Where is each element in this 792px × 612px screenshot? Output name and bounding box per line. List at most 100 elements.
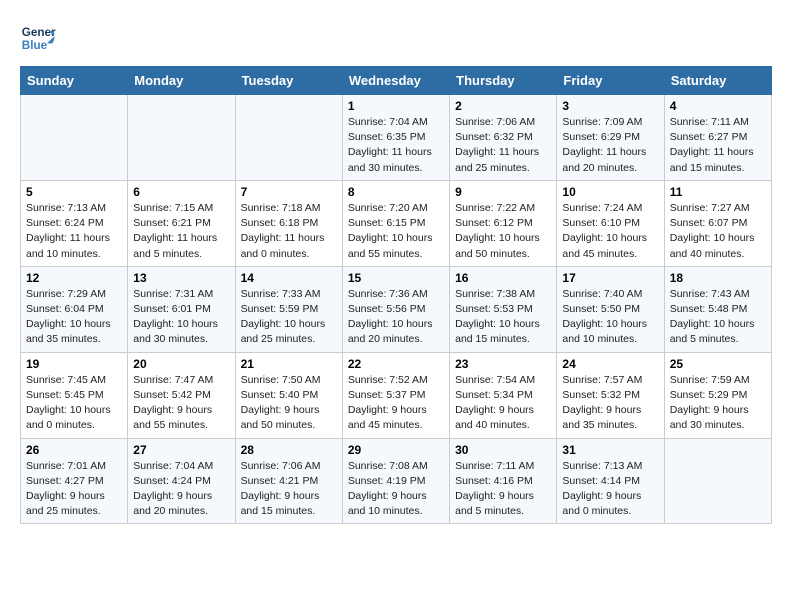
day-info: Sunrise: 7:50 AM Sunset: 5:40 PM Dayligh… (241, 373, 337, 434)
day-number: 7 (241, 185, 337, 199)
week-row-4: 19 Sunrise: 7:45 AM Sunset: 5:45 PM Dayli… (21, 352, 772, 438)
day-header-friday: Friday (557, 67, 664, 95)
day-number: 3 (562, 99, 658, 113)
day-info: Sunrise: 7:36 AM Sunset: 5:56 PM Dayligh… (348, 287, 444, 348)
day-info: Sunrise: 7:11 AM Sunset: 4:16 PM Dayligh… (455, 459, 551, 520)
day-info: Sunrise: 7:38 AM Sunset: 5:53 PM Dayligh… (455, 287, 551, 348)
calendar-cell: 31 Sunrise: 7:13 AM Sunset: 4:14 PM Dayli… (557, 438, 664, 524)
day-info: Sunrise: 7:22 AM Sunset: 6:12 PM Dayligh… (455, 201, 551, 262)
calendar-cell: 9 Sunrise: 7:22 AM Sunset: 6:12 PM Daylig… (450, 180, 557, 266)
day-info: Sunrise: 7:11 AM Sunset: 6:27 PM Dayligh… (670, 115, 766, 176)
day-info: Sunrise: 7:45 AM Sunset: 5:45 PM Dayligh… (26, 373, 122, 434)
calendar-cell: 8Sunrise: 7:20 AM Sunset: 6:15 PM Daylig… (342, 180, 449, 266)
calendar-cell: 21 Sunrise: 7:50 AM Sunset: 5:40 PM Dayli… (235, 352, 342, 438)
day-header-saturday: Saturday (664, 67, 771, 95)
calendar-cell (664, 438, 771, 524)
week-row-3: 12 Sunrise: 7:29 AM Sunset: 6:04 PM Dayli… (21, 266, 772, 352)
day-header-monday: Monday (128, 67, 235, 95)
calendar-cell: 23 Sunrise: 7:54 AM Sunset: 5:34 PM Dayli… (450, 352, 557, 438)
day-header-thursday: Thursday (450, 67, 557, 95)
calendar-cell (235, 95, 342, 181)
logo-icon: General Blue (20, 20, 56, 56)
calendar-cell: 26Sunrise: 7:01 AM Sunset: 4:27 PM Dayli… (21, 438, 128, 524)
day-number: 30 (455, 443, 551, 457)
day-info: Sunrise: 7:04 AM Sunset: 4:24 PM Dayligh… (133, 459, 229, 520)
day-number: 21 (241, 357, 337, 371)
day-info: Sunrise: 7:04 AM Sunset: 6:35 PM Dayligh… (348, 115, 444, 176)
calendar-cell: 19 Sunrise: 7:45 AM Sunset: 5:45 PM Dayli… (21, 352, 128, 438)
day-number: 23 (455, 357, 551, 371)
day-info: Sunrise: 7:09 AM Sunset: 6:29 PM Dayligh… (562, 115, 658, 176)
calendar-cell: 16Sunrise: 7:38 AM Sunset: 5:53 PM Dayli… (450, 266, 557, 352)
day-info: Sunrise: 7:33 AM Sunset: 5:59 PM Dayligh… (241, 287, 337, 348)
calendar-cell: 3 Sunrise: 7:09 AM Sunset: 6:29 PM Daylig… (557, 95, 664, 181)
day-info: Sunrise: 7:13 AM Sunset: 6:24 PM Dayligh… (26, 201, 122, 262)
day-info: Sunrise: 7:52 AM Sunset: 5:37 PM Dayligh… (348, 373, 444, 434)
calendar-cell: 10 Sunrise: 7:24 AM Sunset: 6:10 PM Dayli… (557, 180, 664, 266)
day-number: 28 (241, 443, 337, 457)
week-row-2: 5Sunrise: 7:13 AM Sunset: 6:24 PM Daylig… (21, 180, 772, 266)
day-info: Sunrise: 7:06 AM Sunset: 4:21 PM Dayligh… (241, 459, 337, 520)
day-number: 19 (26, 357, 122, 371)
day-number: 4 (670, 99, 766, 113)
svg-text:Blue: Blue (22, 39, 48, 52)
day-info: Sunrise: 7:57 AM Sunset: 5:32 PM Dayligh… (562, 373, 658, 434)
calendar-cell: 28 Sunrise: 7:06 AM Sunset: 4:21 PM Dayli… (235, 438, 342, 524)
calendar-cell: 4 Sunrise: 7:11 AM Sunset: 6:27 PM Daylig… (664, 95, 771, 181)
day-info: Sunrise: 7:47 AM Sunset: 5:42 PM Dayligh… (133, 373, 229, 434)
calendar-header-row: SundayMondayTuesdayWednesdayThursdayFrid… (21, 67, 772, 95)
week-row-5: 26Sunrise: 7:01 AM Sunset: 4:27 PM Dayli… (21, 438, 772, 524)
day-number: 11 (670, 185, 766, 199)
day-number: 13 (133, 271, 229, 285)
calendar-table: SundayMondayTuesdayWednesdayThursdayFrid… (20, 66, 772, 524)
day-header-tuesday: Tuesday (235, 67, 342, 95)
calendar-cell: 6 Sunrise: 7:15 AM Sunset: 6:21 PM Daylig… (128, 180, 235, 266)
day-number: 2 (455, 99, 551, 113)
day-number: 29 (348, 443, 444, 457)
calendar-cell: 7 Sunrise: 7:18 AM Sunset: 6:18 PM Daylig… (235, 180, 342, 266)
day-number: 31 (562, 443, 658, 457)
day-info: Sunrise: 7:54 AM Sunset: 5:34 PM Dayligh… (455, 373, 551, 434)
day-info: Sunrise: 7:43 AM Sunset: 5:48 PM Dayligh… (670, 287, 766, 348)
day-number: 6 (133, 185, 229, 199)
day-info: Sunrise: 7:40 AM Sunset: 5:50 PM Dayligh… (562, 287, 658, 348)
day-number: 20 (133, 357, 229, 371)
calendar-cell: 27 Sunrise: 7:04 AM Sunset: 4:24 PM Dayli… (128, 438, 235, 524)
day-info: Sunrise: 7:24 AM Sunset: 6:10 PM Dayligh… (562, 201, 658, 262)
day-info: Sunrise: 7:59 AM Sunset: 5:29 PM Dayligh… (670, 373, 766, 434)
day-info: Sunrise: 7:29 AM Sunset: 6:04 PM Dayligh… (26, 287, 122, 348)
calendar-cell: 11 Sunrise: 7:27 AM Sunset: 6:07 PM Dayli… (664, 180, 771, 266)
calendar-cell: 29Sunrise: 7:08 AM Sunset: 4:19 PM Dayli… (342, 438, 449, 524)
day-info: Sunrise: 7:06 AM Sunset: 6:32 PM Dayligh… (455, 115, 551, 176)
day-number: 18 (670, 271, 766, 285)
day-info: Sunrise: 7:01 AM Sunset: 4:27 PM Dayligh… (26, 459, 122, 520)
day-number: 12 (26, 271, 122, 285)
calendar-cell (21, 95, 128, 181)
day-header-sunday: Sunday (21, 67, 128, 95)
day-info: Sunrise: 7:27 AM Sunset: 6:07 PM Dayligh… (670, 201, 766, 262)
day-number: 10 (562, 185, 658, 199)
day-info: Sunrise: 7:20 AM Sunset: 6:15 PM Dayligh… (348, 201, 444, 262)
day-number: 17 (562, 271, 658, 285)
calendar-cell: 22 Sunrise: 7:52 AM Sunset: 5:37 PM Dayli… (342, 352, 449, 438)
calendar-cell: 15 Sunrise: 7:36 AM Sunset: 5:56 PM Dayli… (342, 266, 449, 352)
calendar-cell: 24 Sunrise: 7:57 AM Sunset: 5:32 PM Dayli… (557, 352, 664, 438)
logo: General Blue (20, 20, 56, 56)
calendar-cell: 30 Sunrise: 7:11 AM Sunset: 4:16 PM Dayli… (450, 438, 557, 524)
day-info: Sunrise: 7:15 AM Sunset: 6:21 PM Dayligh… (133, 201, 229, 262)
calendar-cell: 2 Sunrise: 7:06 AM Sunset: 6:32 PM Daylig… (450, 95, 557, 181)
day-number: 9 (455, 185, 551, 199)
calendar-cell: 13 Sunrise: 7:31 AM Sunset: 6:01 PM Dayli… (128, 266, 235, 352)
day-number: 24 (562, 357, 658, 371)
calendar-cell: 5Sunrise: 7:13 AM Sunset: 6:24 PM Daylig… (21, 180, 128, 266)
day-number: 22 (348, 357, 444, 371)
day-number: 27 (133, 443, 229, 457)
day-header-wednesday: Wednesday (342, 67, 449, 95)
day-number: 15 (348, 271, 444, 285)
day-info: Sunrise: 7:13 AM Sunset: 4:14 PM Dayligh… (562, 459, 658, 520)
calendar-cell: 20 Sunrise: 7:47 AM Sunset: 5:42 PM Dayli… (128, 352, 235, 438)
calendar-cell: 1Sunrise: 7:04 AM Sunset: 6:35 PM Daylig… (342, 95, 449, 181)
day-info: Sunrise: 7:18 AM Sunset: 6:18 PM Dayligh… (241, 201, 337, 262)
day-info: Sunrise: 7:31 AM Sunset: 6:01 PM Dayligh… (133, 287, 229, 348)
calendar-cell: 25Sunrise: 7:59 AM Sunset: 5:29 PM Dayli… (664, 352, 771, 438)
